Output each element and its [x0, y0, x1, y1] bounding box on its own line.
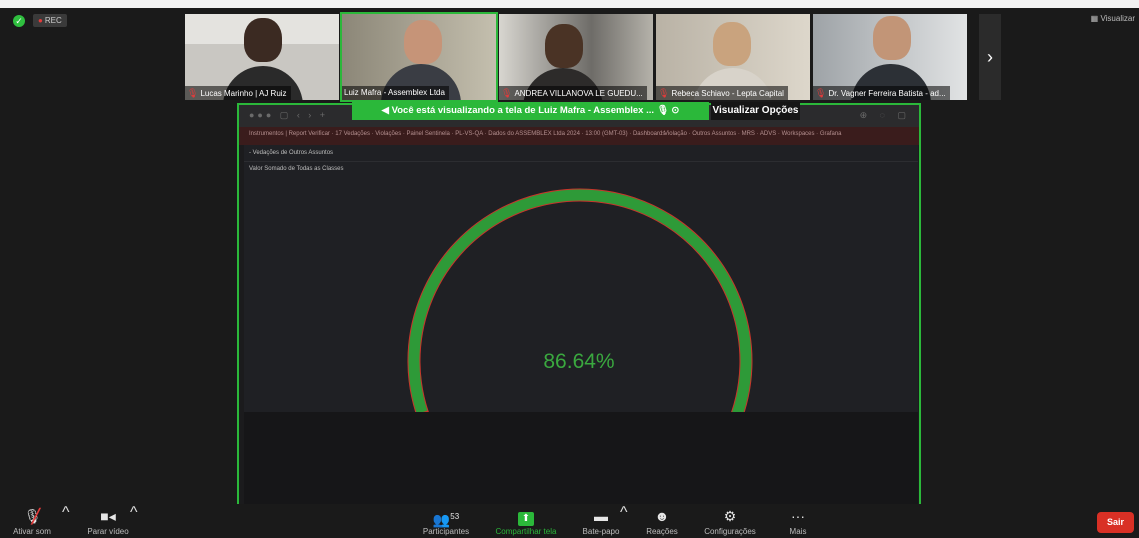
more-label: Mais [789, 527, 807, 536]
shared-url-text: Instrumentos | Report Verificar · 17 Ved… [249, 131, 666, 137]
browser-controls-icon: ●●● ▢ ‹ › + [249, 110, 329, 120]
recording-badge: ● REC [33, 14, 67, 27]
participant-video[interactable]: 🎙 Lucas Marinho | AJ Ruiz [185, 14, 339, 100]
muted-mic-icon: 🎙 [187, 88, 199, 98]
participants-icon: 👥53 [432, 511, 460, 528]
person-head [404, 20, 442, 64]
meeting-toolbar: 🎙╱ Ativar som ^ ■◂ Parar vídeo ^ 👥53 Par… [0, 504, 1139, 538]
rec-dot-icon: ● [38, 16, 43, 25]
mic-icon: 🎙 [654, 105, 672, 116]
participant-name: 🎙 Rebeca Schiavo - Lepta Capital [656, 86, 788, 100]
dashboard-panel: - Vedações de Outros Assuntos Valor Soma… [244, 145, 918, 412]
participant-name: 🎙 Lucas Marinho | AJ Ruiz [185, 86, 291, 100]
person-head [545, 24, 583, 68]
chat-options-chevron-icon[interactable]: ^ [620, 504, 628, 538]
gear-icon: ⚙ [723, 508, 737, 524]
view-button[interactable]: ▦ Visualizar [1091, 14, 1135, 23]
participant-name: 🎙 Dr. Vagner Ferreira Batista - ad... [813, 86, 950, 100]
stop-icon: ⊙ [671, 105, 680, 116]
next-page-chevron-icon[interactable]: › [979, 14, 1001, 100]
muted-mic-icon: 🎙 [815, 88, 827, 98]
share-screen-button[interactable]: ⬆ Compartilhar tela [484, 504, 568, 538]
mute-label: Ativar som [13, 527, 51, 536]
person-head [873, 16, 911, 60]
reactions-button[interactable]: ☻ Reações [638, 504, 686, 538]
leave-button[interactable]: Sair [1097, 512, 1134, 533]
muted-mic-icon: 🎙 [501, 88, 513, 98]
browser-window-icons: ⊕ ◌ ▢ [859, 110, 911, 120]
view-label: Visualizar [1100, 14, 1135, 23]
muted-mic-icon: 🎙╱ [23, 508, 42, 524]
participants-count: 53 [450, 512, 460, 521]
shared-screen: ●●● ▢ ‹ › + ⊕ ◌ ▢ Instrumentos | Report … [237, 103, 921, 508]
settings-button[interactable]: ⚙ Configurações [696, 504, 764, 538]
participant-video[interactable]: 🎙 Rebeca Schiavo - Lepta Capital [656, 14, 810, 100]
share-banner[interactable]: ◀ Você está visualizando a tela de Luiz … [352, 102, 709, 120]
participant-name: Luiz Mafra - Assemblex Ltda [342, 86, 449, 100]
person-head [713, 22, 751, 66]
speaker-icon: ◀ [381, 105, 392, 116]
reactions-icon: ☻ [654, 508, 670, 524]
person-head [244, 18, 282, 62]
share-banner-text: Você está visualizando a tela de Luiz Ma… [391, 105, 655, 116]
more-dots-icon: ··· [791, 508, 805, 524]
video-button[interactable]: ■◂ Parar vídeo [80, 504, 136, 538]
shared-address-bar: Instrumentos | Report Verificar · 17 Ved… [239, 127, 919, 145]
participant-name-text: ANDREA VILLANOVA LE GUEDU... [514, 89, 643, 98]
encryption-shield-icon[interactable]: ✓ [13, 15, 25, 27]
gauge-value-arc [408, 189, 752, 412]
gauge-track [407, 188, 753, 412]
participants-button[interactable]: 👥53 Participantes [414, 504, 478, 538]
muted-mic-icon: 🎙 [658, 88, 670, 98]
share-screen-icon: ⬆ [484, 507, 568, 526]
participant-name-text: Lucas Marinho | AJ Ruiz [200, 89, 287, 98]
lower-panel [244, 412, 918, 504]
settings-label: Configurações [704, 527, 756, 536]
participant-name-text: Dr. Vagner Ferreira Batista - ad... [828, 89, 946, 98]
share-screen-label: Compartilhar tela [495, 527, 557, 536]
reactions-label: Reações [646, 527, 678, 536]
gauge-threshold-red [407, 188, 753, 412]
rec-label: REC [44, 16, 62, 25]
participant-name-text: Rebeca Schiavo - Lepta Capital [671, 89, 784, 98]
participant-name: 🎙 ANDREA VILLANOVA LE GUEDU... [499, 86, 647, 100]
more-button[interactable]: ··· Mais [778, 504, 818, 538]
video-label: Parar vídeo [87, 527, 129, 536]
participant-name-text: Luiz Mafra - Assemblex Ltda [344, 88, 445, 97]
camera-icon: ■◂ [100, 508, 116, 524]
shared-url-right: Violação · Outros Assuntos · MRS · ADVS … [664, 131, 842, 137]
gauge-value: 86.64% [543, 350, 615, 373]
grid-icon: ▦ [1090, 14, 1101, 23]
mute-options-chevron-icon[interactable]: ^ [62, 504, 70, 538]
top-strip [0, 0, 1139, 8]
participant-video[interactable]: Luiz Mafra - Assemblex Ltda [340, 12, 498, 102]
participant-video[interactable]: 🎙 ANDREA VILLANOVA LE GUEDU... [499, 14, 653, 100]
participants-label: Participantes [422, 527, 470, 536]
view-options-button[interactable]: Visualizar Opções [711, 102, 800, 120]
participant-video[interactable]: 🎙 Dr. Vagner Ferreira Batista - ad... [813, 14, 967, 100]
video-options-chevron-icon[interactable]: ^ [130, 504, 138, 538]
mute-button[interactable]: 🎙╱ Ativar som [4, 504, 60, 538]
